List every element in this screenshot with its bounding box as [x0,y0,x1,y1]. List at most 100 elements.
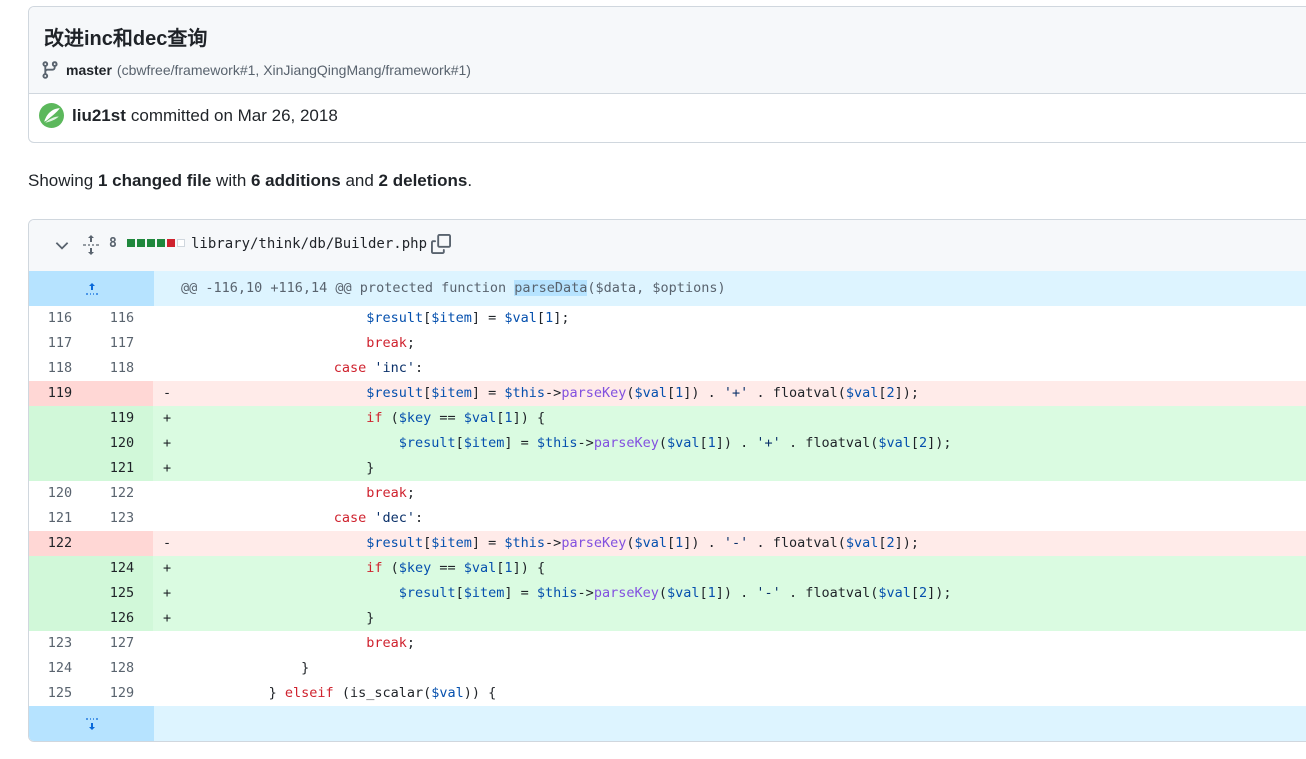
summary-and: and [340,171,379,190]
branch-row: master (cbwfree/framework#1, XinJiangQin… [40,60,471,80]
hunk-prefix: @@ -116,10 +116,14 @@ protected function [181,280,515,296]
old-line-number[interactable] [29,581,91,606]
diff-line-ctx: 125 129 } elseif (is_scalar($val)) { [29,681,1306,706]
copy-icon[interactable] [431,234,451,254]
new-line-number[interactable]: 123 [91,506,153,531]
code-line: case 'dec': [333,510,424,526]
diff-line-ctx: 116 116 $result[$item] = $val[1]; [29,306,1306,331]
old-line-number[interactable]: 122 [29,531,91,556]
new-line-number[interactable]: 120 [91,431,153,456]
code-line: + if ($key == $val[1]) { [153,406,1306,431]
code-line: $result[$item] = $val[1]; [366,310,570,326]
diff-line-del: 122 - $result[$item] = $this->parseKey($v… [29,531,1306,556]
additions-count: 6 additions [251,171,341,190]
new-line-number[interactable]: 122 [91,481,153,506]
code-line: break; [366,485,415,501]
hunk-header: @@ -116,10 +116,14 @@ protected function… [29,271,1306,306]
new-line-number[interactable]: 121 [91,456,153,481]
new-line-number[interactable]: 117 [91,331,153,356]
footer-spacer [154,706,1306,741]
avatar[interactable] [39,103,64,128]
new-line-number[interactable]: 116 [91,306,153,331]
diff-line-add: 125 + $result[$item] = $this->parseKey($v… [29,581,1306,606]
diffstat-bar [127,239,185,247]
diffstat-square [147,239,155,247]
code-line: + } [153,606,1306,631]
code-line: break; [366,335,415,351]
expand-up-icon [85,282,98,295]
diff-line-ctx: 117 117 break; [29,331,1306,356]
file-diff: 8 library/think/db/Builder.php @@ -116,1… [28,219,1306,742]
diff-line-ctx: 118 118 case 'inc': [29,356,1306,381]
file-path[interactable]: library/think/db/Builder.php [191,236,427,252]
commit-header-box: 改进inc和dec查询 master (cbwfree/framework#1,… [28,6,1306,143]
old-line-number[interactable]: 120 [29,481,91,506]
changed-files-count[interactable]: 1 changed file [98,171,211,190]
diff-table: @@ -116,10 +116,14 @@ protected function… [29,271,1306,741]
old-line-number[interactable] [29,456,91,481]
git-branch-icon [42,61,58,79]
diff-lines: 116 116 $result[$item] = $val[1]; 117 117 b… [29,306,1306,706]
code-line: + if ($key == $val[1]) { [153,556,1306,581]
file-header: 8 library/think/db/Builder.php [29,220,1306,272]
old-line-number[interactable]: 125 [29,681,91,706]
diff-line-add: 120 + $result[$item] = $this->parseKey($v… [29,431,1306,456]
new-line-number[interactable]: 125 [91,581,153,606]
old-line-number[interactable]: 121 [29,506,91,531]
summary-with: with [211,171,251,190]
code-line: + $result[$item] = $this->parseKey($val[… [153,431,1306,456]
diffstat-square [157,239,165,247]
code-line: break; [366,635,415,651]
new-line-number[interactable]: 124 [91,556,153,581]
old-line-number[interactable] [29,606,91,631]
new-line-number[interactable]: 129 [91,681,153,706]
old-line-number[interactable]: 116 [29,306,91,331]
code-line: + $result[$item] = $this->parseKey($val[… [153,581,1306,606]
expand-down-button[interactable] [29,706,154,741]
diff-line-add: 121 + } [29,456,1306,481]
new-line-number[interactable]: 128 [91,656,153,681]
diff-line-add: 126 + } [29,606,1306,631]
new-line-number[interactable]: 118 [91,356,153,381]
old-line-number[interactable]: 118 [29,356,91,381]
code-line: } [163,660,310,676]
diff-line-ctx: 123 127 break; [29,631,1306,656]
expand-down-icon [85,717,98,730]
author-name[interactable]: liu21st [72,106,126,126]
new-line-number[interactable]: 119 [91,406,153,431]
old-line-number[interactable] [29,431,91,456]
code-line: case 'inc': [333,360,424,376]
diffstat-square [127,239,135,247]
code-line: - $result[$item] = $this->parseKey($val[… [153,531,1306,556]
diffstat-square [137,239,145,247]
diff-line-ctx: 124 128 } [29,656,1306,681]
old-line-number[interactable]: 117 [29,331,91,356]
expand-up-button[interactable] [29,271,154,306]
commit-title: 改进inc和dec查询 [44,28,208,50]
hunk-function-highlight: parseData [514,280,588,296]
commit-header: 改进inc和dec查询 master (cbwfree/framework#1,… [29,7,1306,94]
deletions-count: 2 deletions [378,171,468,190]
code-line: - $result[$item] = $this->parseKey($val[… [153,381,1306,406]
old-line-number[interactable] [29,556,91,581]
summary-end: . [467,171,473,190]
branch-refs[interactable]: (cbwfree/framework#1, XinJiangQingMang/f… [117,62,471,78]
chevron-down-icon[interactable] [53,236,71,254]
old-line-number[interactable]: 119 [29,381,91,406]
old-line-number[interactable]: 124 [29,656,91,681]
hunk-suffix: ($data, $options) [587,280,726,296]
new-line-number[interactable] [91,531,153,556]
summary-prefix: Showing [28,171,98,190]
new-line-number[interactable]: 126 [91,606,153,631]
diffstat-square [167,239,175,247]
code-line: } elseif (is_scalar($val)) { [163,685,497,701]
new-line-number[interactable] [91,381,153,406]
branch-name[interactable]: master [66,62,112,78]
old-line-number[interactable]: 123 [29,631,91,656]
diff-line-del: 119 - $result[$item] = $this->parseKey($v… [29,381,1306,406]
old-line-number[interactable] [29,406,91,431]
hunk-text: @@ -116,10 +116,14 @@ protected function… [154,271,1306,306]
diff-summary: Showing 1 changed file with 6 additions … [28,171,472,191]
new-line-number[interactable]: 127 [91,631,153,656]
expand-all-icon[interactable] [81,234,101,256]
